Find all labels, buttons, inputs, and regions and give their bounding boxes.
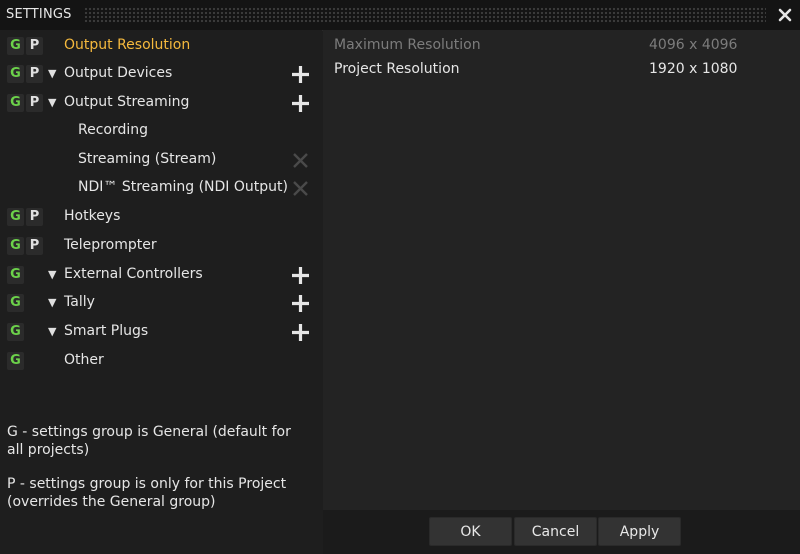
remove-icon[interactable] [290,178,311,199]
general-badge: G [7,323,24,341]
project-badge: P [26,37,43,55]
add-icon[interactable] [290,265,311,286]
settings-nav: G P Output Resolution G P ▼ Output Devic… [0,30,322,554]
nav-item-label: Hotkeys [64,208,121,224]
nav-item-label: Output Devices [64,65,173,81]
legend-project: P - settings group is only for this Proj… [7,476,287,510]
nav-item-teleprompter[interactable]: G P Teleprompter [0,233,322,259]
general-badge: G [7,37,24,55]
add-icon[interactable] [290,93,311,114]
expand-arrow-icon[interactable]: ▼ [48,268,56,281]
cancel-button[interactable]: Cancel [514,517,597,546]
expand-arrow-icon[interactable]: ▼ [48,96,56,109]
nav-item-output-resolution[interactable]: G P Output Resolution [0,33,322,59]
nav-item-smart-plugs[interactable]: G ▼ Smart Plugs [0,319,322,345]
nav-item-label: Recording [78,122,149,138]
window-title: SETTINGS [6,7,72,22]
dialog-footer: OK Cancel Apply [323,510,800,554]
property-label-project-resolution: Project Resolution [334,61,460,77]
add-icon[interactable] [290,322,311,343]
general-badge: G [7,65,24,83]
general-badge: G [7,94,24,112]
project-badge: P [26,208,43,226]
general-badge: G [7,352,24,370]
project-badge: P [26,94,43,112]
close-icon[interactable] [774,4,796,26]
property-label-maximum-resolution: Maximum Resolution [334,37,481,53]
settings-panel: Maximum Resolution 4096 x 4096 Project R… [323,30,800,510]
nav-item-label: Teleprompter [64,237,157,253]
nav-item-output-devices[interactable]: G P ▼ Output Devices [0,61,322,87]
title-bar: SETTINGS [0,0,800,31]
general-badge: G [7,208,24,226]
nav-item-label: Output Streaming [64,94,190,110]
expand-arrow-icon[interactable]: ▼ [48,325,56,338]
nav-item-other[interactable]: G Other [0,348,322,374]
nav-item-streaming-stream[interactable]: Streaming (Stream) [0,147,322,173]
nav-item-label: Tally [64,294,95,310]
nav-item-recording[interactable]: Recording [0,118,322,144]
drag-grip[interactable] [84,7,766,23]
project-badge: P [26,65,43,83]
nav-item-external-controllers[interactable]: G ▼ External Controllers [0,262,322,288]
nav-item-tally[interactable]: G ▼ Tally [0,290,322,316]
expand-arrow-icon[interactable]: ▼ [48,67,56,80]
nav-item-label: NDI™ Streaming (NDI Output) [78,179,288,195]
nav-item-label: Output Resolution [64,37,191,53]
nav-item-hotkeys[interactable]: G P Hotkeys [0,204,322,230]
general-badge: G [7,294,24,312]
expand-arrow-icon[interactable]: ▼ [48,296,56,309]
project-badge: P [26,237,43,255]
add-icon[interactable] [290,64,311,85]
nav-item-output-streaming[interactable]: G P ▼ Output Streaming [0,90,322,116]
general-badge: G [7,237,24,255]
nav-item-label: Streaming (Stream) [78,151,217,167]
nav-item-label: Other [64,352,104,368]
property-value-project-resolution[interactable]: 1920 x 1080 [649,61,737,77]
add-icon[interactable] [290,293,311,314]
property-value-maximum-resolution: 4096 x 4096 [649,37,738,53]
remove-icon[interactable] [290,150,311,171]
apply-button[interactable]: Apply [598,517,681,546]
nav-item-label: External Controllers [64,266,203,282]
general-badge: G [7,266,24,284]
legend-general: G - settings group is General (default f… [7,424,291,458]
nav-item-label: Smart Plugs [64,323,149,339]
nav-item-ndi-streaming[interactable]: NDI™ Streaming (NDI Output) [0,175,322,201]
ok-button[interactable]: OK [429,517,512,546]
